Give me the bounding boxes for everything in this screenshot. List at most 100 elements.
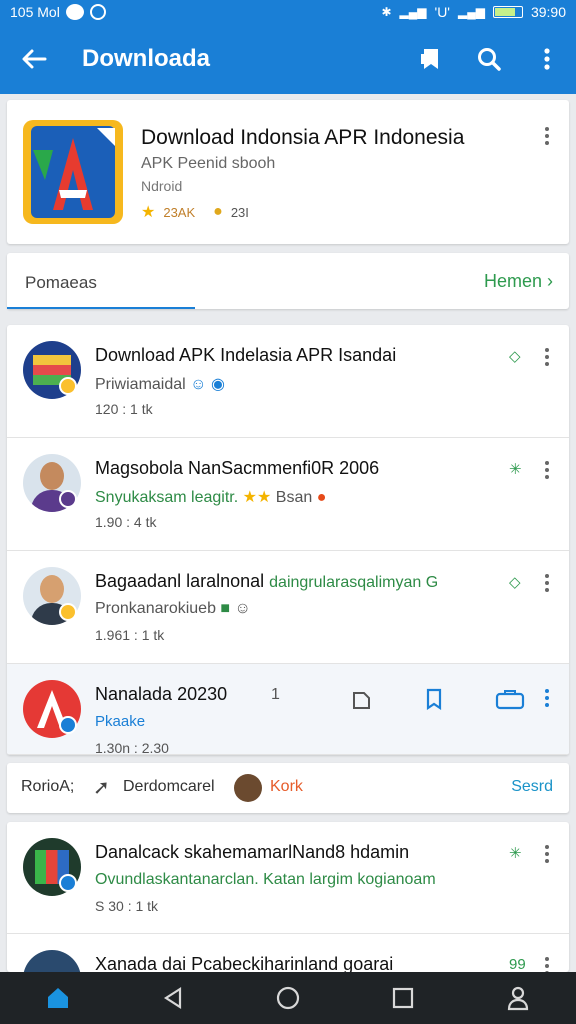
app-logo-icon — [23, 120, 123, 224]
nav-profile-button[interactable] — [488, 972, 548, 1024]
status-badge — [59, 874, 77, 892]
home-circle-icon — [276, 986, 300, 1010]
face-icon: ☺ — [234, 600, 251, 617]
app-avatar — [23, 950, 81, 972]
item-more-button[interactable] — [537, 571, 557, 595]
coin-icon: ● — [213, 203, 223, 220]
nav-recents-button[interactable] — [373, 972, 433, 1024]
search-icon — [478, 48, 501, 71]
downloads-text: 23I — [230, 204, 249, 220]
bookmark-button[interactable] — [423, 688, 445, 711]
item-title: Danalcack skahemamarlNand8 hdamin — [95, 842, 410, 862]
list-item[interactable]: Xanada dai Pcabeckiharinland goarai 99 — [7, 934, 569, 972]
item-meta: 120 : 1 tk — [95, 401, 153, 417]
item-more-button[interactable] — [537, 686, 557, 710]
item-more-button[interactable] — [537, 345, 557, 369]
star-icon: ★★ — [242, 489, 272, 506]
status-left-text: 105 Mol — [10, 4, 60, 20]
profile-icon — [508, 986, 529, 1011]
avatar — [234, 774, 262, 802]
item-more-button[interactable] — [537, 842, 557, 866]
nav-circle-button[interactable] — [258, 972, 318, 1024]
status-badge — [59, 603, 77, 621]
edit-button[interactable] — [351, 688, 373, 710]
nav-back-button[interactable] — [143, 972, 203, 1024]
item-title: Bagaadanl laralnonal daingrularasqalimya… — [95, 571, 439, 591]
list-item-selected[interactable]: Nanalada 20230 1 Pkaake 1.30n : 2.30 — [7, 664, 569, 755]
status-badge — [59, 377, 77, 395]
tab-indicator — [7, 307, 195, 309]
filter-item-1[interactable]: Derdomcarel — [123, 778, 215, 796]
featured-app-category: Ndroid — [141, 178, 183, 194]
item-more-button[interactable] — [537, 954, 557, 972]
eye-icon — [89, 4, 106, 20]
filter-item-2[interactable]: Kork — [270, 778, 303, 796]
home-icon — [47, 988, 68, 1008]
item-tag-icon: ◇ — [509, 574, 521, 591]
tab-bar: Pomaeas Hemen › — [7, 253, 569, 309]
more-vert-icon — [544, 48, 550, 70]
status-badge — [59, 490, 77, 508]
item-meta: 1.90 : 4 tk — [95, 514, 157, 530]
item-title: Download APK Indelasia APR Isandai — [95, 345, 397, 365]
item-title: Magsobola NanSacmmenfi0R 2006 — [95, 458, 380, 478]
download-list: Download APK Indelasia APR Isandai Priwi… — [7, 325, 569, 755]
item-subtitle: Snyukaksam leagitr. ★★ Bsan ● — [95, 489, 327, 506]
back-triangle-icon — [163, 986, 181, 1010]
status-bar: 105 Mol ✱ ▂▄▆ 'U' ▂▄▆ 39:90 — [0, 0, 576, 24]
status-badge — [59, 716, 77, 734]
chat-icon — [65, 4, 84, 20]
featured-app-title: Download Indonsia APR Indonesia — [141, 126, 465, 149]
item-title: Xanada dai Pcabeckiharinland goarai — [95, 954, 394, 972]
item-title: Nanalada 20230 — [95, 684, 228, 704]
share-button[interactable] — [495, 688, 525, 710]
signal-icon-2: ▂▄▆ — [457, 5, 485, 19]
bluetooth-icon: ✱ — [381, 5, 392, 19]
system-nav-bar — [0, 972, 576, 1024]
featured-more-button[interactable] — [537, 124, 557, 148]
filter-label: RorioA; — [21, 778, 75, 795]
item-tag-icon: ✳ — [509, 845, 522, 862]
tab-more-link[interactable]: Hemen › — [484, 271, 553, 292]
chevron-right-icon: › — [547, 271, 553, 291]
list-item[interactable]: Magsobola NanSacmmenfi0R 2006 Snyukaksam… — [7, 438, 569, 551]
search-button[interactable] — [460, 24, 518, 94]
item-meta: 1.961 : 1 tk — [95, 627, 165, 643]
star-icon: ★ — [141, 204, 156, 221]
featured-app-meta: ★ 23AK ● 23I — [141, 202, 249, 222]
item-count: 1 — [271, 686, 280, 703]
list-item[interactable]: Bagaadanl laralnonal daingrularasqalimya… — [7, 551, 569, 664]
item-subtitle: Pkaake — [95, 713, 146, 730]
signal-text: 'U' — [434, 4, 450, 20]
edit-doc-icon — [353, 692, 370, 709]
share-icon — [495, 690, 525, 710]
user-icon: ■ — [220, 600, 231, 617]
item-more-button[interactable] — [537, 458, 557, 482]
featured-app-card[interactable]: Download Indonsia APR Indonesia APK Peen… — [7, 100, 569, 244]
item-tag-icon: ◇ — [509, 348, 521, 365]
app-bar: Downloada — [0, 24, 576, 94]
download-list-2: Danalcack skahemamarlNand8 hdamin Ovundl… — [7, 822, 569, 972]
filter-action[interactable]: Sesrd — [511, 778, 553, 796]
list-item[interactable]: Download APK Indelasia APR Isandai Priwi… — [7, 325, 569, 438]
globe-icon: ◉ — [210, 376, 225, 393]
signal-icon: ▂▄▆ — [399, 5, 427, 19]
item-subtitle: Priwiamaidal ☺ ◉ — [95, 376, 225, 393]
recents-square-icon — [393, 987, 414, 1009]
page-title: Downloada — [82, 45, 211, 72]
list-item[interactable]: Danalcack skahemamarlNand8 hdamin Ovundl… — [7, 822, 569, 934]
item-subtitle: Ovundlaskantanarclan. Katan largim kogia… — [95, 871, 436, 888]
tab-active[interactable]: Pomaeas — [25, 273, 97, 293]
item-tag-icon: ✳ — [509, 461, 522, 478]
bookmark-icon — [421, 49, 438, 69]
battery-icon — [492, 6, 523, 18]
filter-bar: RorioA; ➚ Derdomcarel Kork Sesrd — [7, 763, 569, 813]
status-time: 39:90 — [530, 4, 566, 20]
nav-home-button[interactable] — [28, 972, 88, 1024]
back-button[interactable] — [0, 24, 68, 94]
bookmark-button[interactable] — [402, 24, 460, 94]
rating-text: 23AK — [163, 204, 196, 220]
share-arrow-icon: ➚ — [93, 777, 110, 799]
more-options-button[interactable] — [518, 24, 576, 94]
item-subtitle: Pronkanarokiueb ■ ☺ — [95, 600, 251, 617]
